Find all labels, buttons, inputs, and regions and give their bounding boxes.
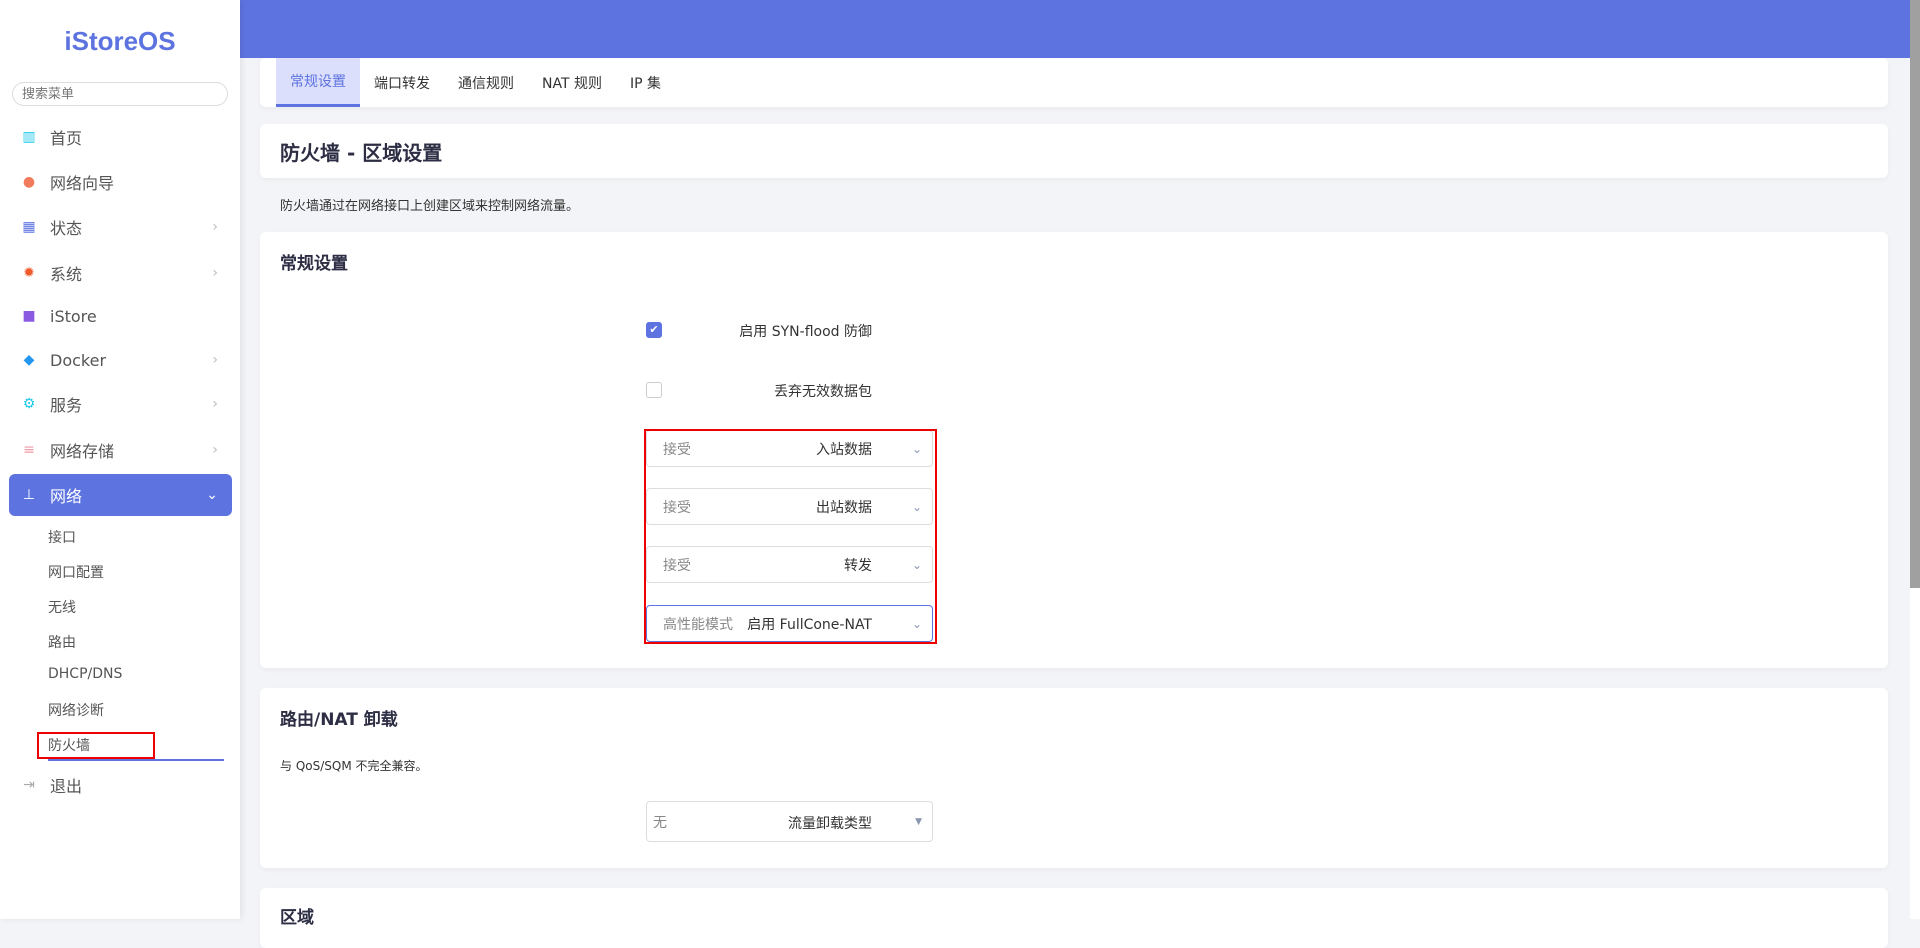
nav-label: Docker: [50, 350, 107, 370]
subnav-diagnostics[interactable]: 网络诊断: [48, 700, 104, 720]
gear-icon: ✹: [23, 265, 35, 281]
nav-label: 退出: [50, 777, 83, 796]
nav-network[interactable]: ⊥ 网络 ⌄: [9, 474, 232, 516]
section-title: 区域: [280, 908, 314, 928]
nav-label: 状态: [50, 219, 83, 238]
select-value: 接受: [663, 557, 691, 574]
subnav-firewall[interactable]: 防火墙: [48, 735, 90, 755]
logo: iStoreOS: [64, 26, 176, 56]
grid-icon: ▦: [22, 219, 36, 235]
input-select[interactable]: 接受 ⌄: [646, 430, 933, 467]
search-menu-input[interactable]: [12, 82, 228, 106]
top-header: [240, 0, 1910, 58]
offload-type-select[interactable]: 无 ▼: [646, 801, 933, 842]
nav-status[interactable]: ▦ 状态 ›: [9, 207, 232, 247]
nav-nas[interactable]: ≡ 网络存储 ›: [9, 430, 232, 470]
chevron-right-icon: ›: [212, 219, 218, 235]
nav-label: 首页: [50, 129, 83, 148]
sidebar: iStoreOS ▥ 首页 ● 网络向导 ▦ 状态 › ✹ 系统 › ■ iStore ◆ Do…: [0, 0, 240, 919]
select-value: 高性能模式: [663, 616, 733, 633]
subnav-wireless[interactable]: 无线: [48, 597, 76, 617]
docker-icon: ◆: [23, 352, 35, 368]
nav-system[interactable]: ✹ 系统 ›: [9, 253, 232, 293]
nav-label: 服务: [50, 396, 83, 415]
subnav-interfaces[interactable]: 接口: [48, 527, 76, 547]
drop-invalid-label: 丢弃无效数据包: [774, 384, 872, 400]
bag-icon: ■: [22, 308, 36, 324]
forward-select[interactable]: 接受 ⌄: [646, 546, 933, 583]
drop-invalid-checkbox[interactable]: [646, 382, 662, 398]
nav-label: iStore: [50, 306, 97, 326]
nav-wizard[interactable]: ● 网络向导: [9, 162, 232, 202]
chevron-down-icon: ⌄: [911, 499, 922, 514]
nav-label: 网络向导: [50, 174, 115, 193]
active-underline: [48, 759, 224, 761]
chevron-right-icon: ›: [212, 396, 218, 412]
nav-istore[interactable]: ■ iStore: [9, 296, 232, 336]
chevron-down-icon: ⌄: [911, 557, 922, 572]
nav-home[interactable]: ▥ 首页: [9, 117, 232, 157]
dashboard-icon: ▥: [22, 129, 36, 145]
tab-bar: 常规设置 端口转发 通信规则 NAT 规则 IP 集: [260, 58, 1888, 107]
general-settings-card: 常规设置 启用 SYN-flood 防御 ✔ 丢弃无效数据包 入站数据 接受 ⌄ …: [260, 232, 1888, 668]
sitemap-icon: ⊥: [22, 487, 36, 503]
chevron-right-icon: ›: [212, 265, 218, 281]
tab-traffic-rules[interactable]: 通信规则: [444, 58, 528, 107]
tab-ip-sets[interactable]: IP 集: [616, 58, 675, 107]
section-title: 路由/NAT 卸载: [280, 710, 398, 730]
select-value: 接受: [663, 499, 691, 516]
syn-flood-label: 启用 SYN-flood 防御: [739, 324, 872, 340]
subnav-routes[interactable]: 路由: [48, 632, 76, 652]
offload-note: 与 QoS/SQM 不完全兼容。: [280, 759, 428, 773]
chevron-right-icon: ›: [212, 352, 218, 368]
nav-label: 网络存储: [50, 442, 115, 461]
subnav-dhcp-dns[interactable]: DHCP/DNS: [48, 666, 122, 682]
logout-icon: ⇥: [23, 777, 35, 793]
select-value: 接受: [663, 441, 691, 458]
chevron-down-icon: ⌄: [911, 441, 922, 456]
nav-logout[interactable]: ⇥ 退出: [9, 765, 232, 805]
zones-card: 区域: [260, 888, 1888, 948]
scrollbar[interactable]: [1910, 0, 1920, 919]
nav-docker[interactable]: ◆ Docker ›: [9, 340, 232, 380]
nav-label: 网络: [50, 487, 83, 506]
subnav-port-config[interactable]: 网口配置: [48, 562, 104, 582]
tab-port-forward[interactable]: 端口转发: [360, 58, 444, 107]
check-icon: ✔: [649, 323, 659, 336]
page-description: 防火墙通过在网络接口上创建区域来控制网络流量。: [280, 199, 580, 214]
cogs-icon: ⚙: [22, 396, 36, 412]
select-value: 无: [653, 814, 667, 831]
page-title: 防火墙 - 区域设置: [260, 124, 1888, 178]
scrollbar-thumb[interactable]: [1910, 0, 1920, 588]
chevron-down-icon: ⌄: [206, 487, 218, 503]
tab-general[interactable]: 常规设置: [276, 58, 360, 107]
tab-nat-rules[interactable]: NAT 规则: [528, 58, 616, 107]
offload-card: 路由/NAT 卸载 与 QoS/SQM 不完全兼容。 流量卸载类型 无 ▼: [260, 688, 1888, 868]
fullcone-select[interactable]: 高性能模式 ⌄: [646, 605, 933, 642]
nav-label: 系统: [50, 265, 83, 284]
triangle-down-icon: ▼: [915, 816, 922, 827]
nav-services[interactable]: ⚙ 服务 ›: [9, 384, 232, 424]
syn-flood-checkbox[interactable]: ✔: [646, 322, 662, 338]
chevron-down-icon: ⌄: [911, 616, 922, 631]
chevron-right-icon: ›: [212, 442, 218, 458]
globe-icon: ●: [22, 174, 36, 190]
output-select[interactable]: 接受 ⌄: [646, 488, 933, 525]
database-icon: ≡: [23, 442, 35, 458]
section-title: 常规设置: [280, 254, 348, 274]
